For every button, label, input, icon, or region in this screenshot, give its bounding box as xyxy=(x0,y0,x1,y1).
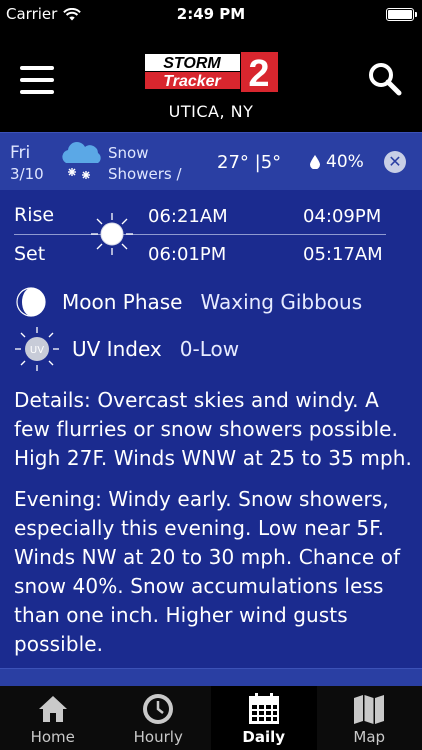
moon-phase-label: Moon Phase xyxy=(62,290,183,314)
stormtracker-logo: STORM Tracker 2 xyxy=(145,52,278,92)
forecast-precip: 40% xyxy=(310,152,364,172)
sun-moon-times: Rise Set 06:21AM 06:01PM 04:09PM 05:17AM xyxy=(0,198,422,274)
status-bar: Carrier 2:49 PM xyxy=(0,0,422,28)
day-forecast-strip[interactable]: Fri 3/10 Snow Showers / 27° |5° 40% ✕ xyxy=(0,132,422,190)
tab-bar: Home Hourly Daily Map xyxy=(0,686,422,750)
battery-icon xyxy=(386,8,417,21)
evening-details-text: Evening: Windy early. Snow showers, espe… xyxy=(14,487,401,656)
calendar-icon xyxy=(248,693,279,724)
clock: 2:49 PM xyxy=(176,5,246,23)
tab-hourly-label: Hourly xyxy=(133,728,183,746)
moon-phase-icon xyxy=(16,287,46,317)
condition-line2: Showers / xyxy=(108,165,182,183)
menu-button[interactable] xyxy=(20,66,54,94)
forecast-date: 3/10 xyxy=(10,165,44,183)
search-icon[interactable] xyxy=(368,62,402,96)
crescent-moon-icon xyxy=(265,219,280,249)
moon-phase-value: Waxing Gibbous xyxy=(200,290,363,314)
uv-index-label: UV Index xyxy=(72,337,162,361)
tab-map[interactable]: Map xyxy=(317,686,422,750)
tab-hourly[interactable]: Hourly xyxy=(106,686,212,750)
uv-icon-text: UV xyxy=(30,345,44,356)
hamburger-icon-bar xyxy=(20,90,54,94)
logo-line2: Tracker xyxy=(163,73,221,90)
hamburger-icon-bar xyxy=(20,78,54,82)
logo-number: 2 xyxy=(248,53,269,92)
sunset-time: 06:01PM xyxy=(148,244,227,265)
home-icon xyxy=(38,696,67,722)
uv-index-value: 0-Low xyxy=(179,337,240,361)
map-icon xyxy=(354,695,385,724)
tab-home[interactable]: Home xyxy=(0,686,106,750)
clock-icon xyxy=(143,694,174,724)
uv-sun-icon: UV xyxy=(15,327,59,371)
hamburger-icon-bar xyxy=(20,66,54,70)
details-text: Details: Overcast skies and windy. A few… xyxy=(14,388,413,470)
tab-home-label: Home xyxy=(30,728,75,746)
moonset-time: 05:17AM xyxy=(303,244,383,265)
moonrise-time: 04:09PM xyxy=(303,206,382,227)
logo-line1: STORM xyxy=(163,55,221,72)
sun-icon xyxy=(91,213,133,255)
forecast-condition: Snow Showers / xyxy=(108,143,188,185)
rise-label: Rise xyxy=(14,204,55,226)
raindrop-icon xyxy=(310,155,320,169)
next-day-strip-peek[interactable] xyxy=(0,668,422,686)
moon-phase-row: Moon Phase Waxing Gibbous xyxy=(14,285,362,319)
set-label: Set xyxy=(14,243,46,265)
sun-divider xyxy=(14,234,386,235)
tab-daily-label: Daily xyxy=(242,728,286,746)
app-header: STORM Tracker 2 UTICA, NY xyxy=(0,28,422,132)
close-button[interactable]: ✕ xyxy=(384,151,406,173)
forecast-temps: 27° |5° xyxy=(217,152,282,173)
forecast-day: Fri xyxy=(10,143,31,163)
sunrise-time: 06:21AM xyxy=(148,206,228,227)
precip-value: 40% xyxy=(326,152,364,172)
snow-cloud-icon xyxy=(62,142,101,179)
tab-map-label: Map xyxy=(353,728,386,746)
uv-index-row: UV UV Index 0-Low xyxy=(14,326,239,372)
condition-line1: Snow xyxy=(108,144,149,162)
tab-daily[interactable]: Daily xyxy=(211,686,317,750)
location-label: UTICA, NY xyxy=(168,102,254,121)
